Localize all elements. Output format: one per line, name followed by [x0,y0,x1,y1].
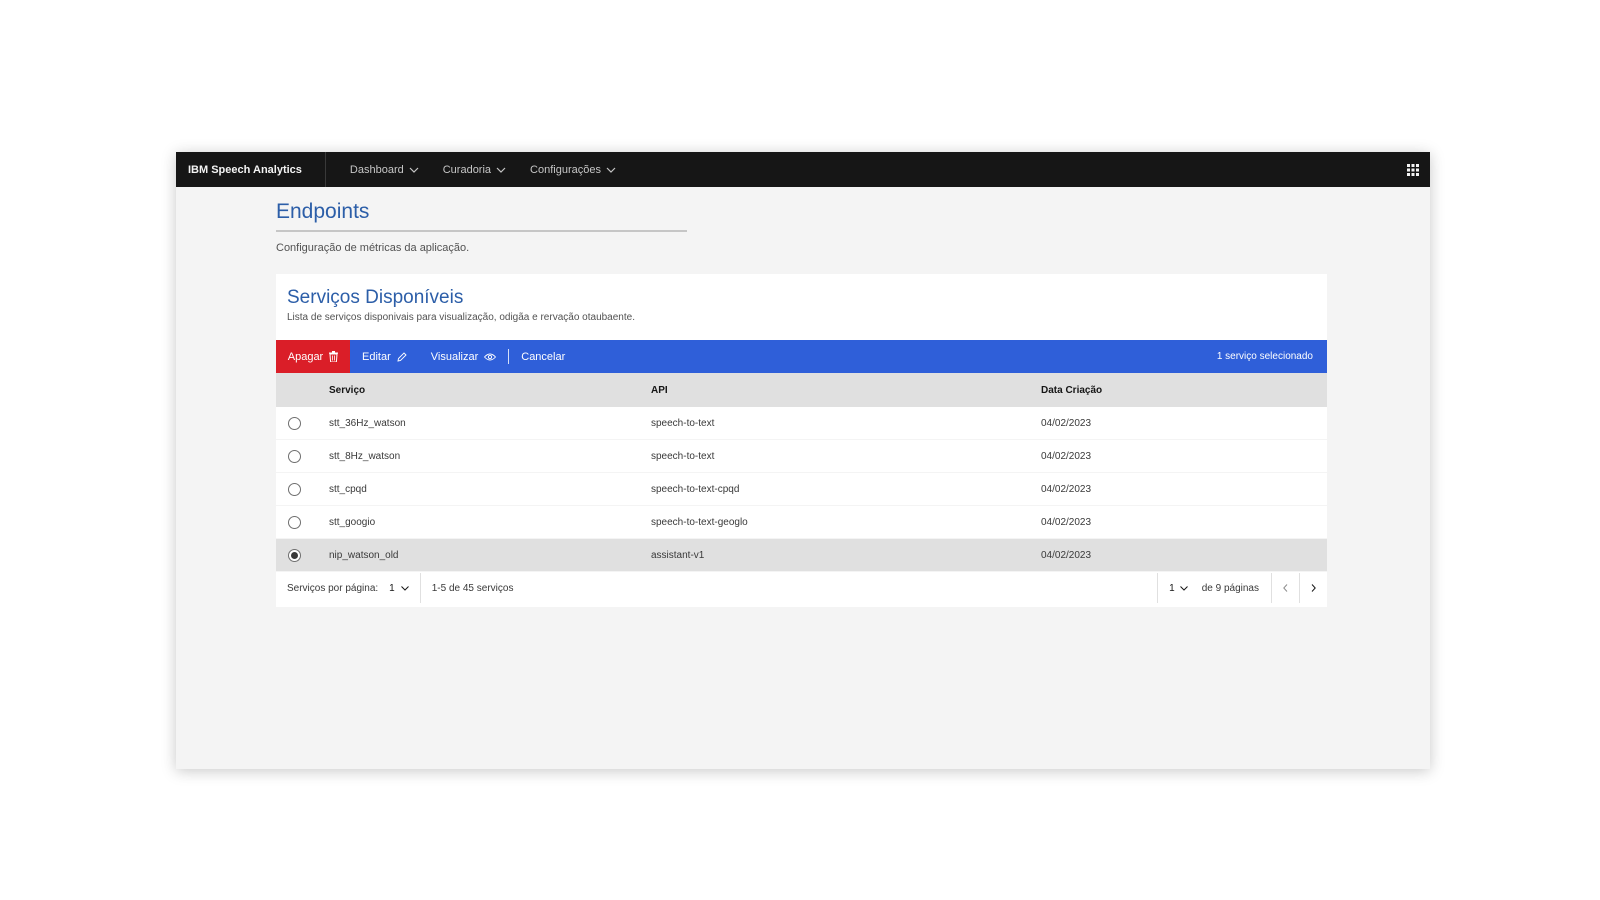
chevron-down-icon [496,167,506,173]
cell-servico: stt_8Hz_watson [329,450,401,462]
batch-action-bar: Apagar Editar Visualizar Cancelar 1 serv… [276,340,1327,373]
action-divider [508,349,510,364]
per-page-label: Serviços por página: [287,582,379,594]
cell-servico: nip_watson_old [329,549,399,561]
chevron-down-icon [1179,585,1188,591]
header-data-criacao[interactable]: Data Criação [1041,373,1102,407]
row-radio[interactable] [288,449,301,463]
per-page-select[interactable]: 1 [389,573,421,603]
nav-item-dashboard[interactable]: Dashboard [338,152,431,187]
table-header: Serviço API Data Criação [276,373,1327,407]
table-row[interactable]: stt_36Hz_watson speech-to-text 04/02/202… [276,407,1327,440]
cell-api: speech-to-text-geoglo [651,516,748,528]
cell-api: speech-to-text [651,417,715,429]
app-switcher-button[interactable] [1395,152,1430,187]
table-row[interactable]: nip_watson_old assistant-v1 04/02/2023 [276,539,1327,572]
row-radio[interactable] [288,515,301,529]
cancel-button-label: Cancelar [521,350,566,363]
row-radio[interactable] [288,482,301,496]
cell-api: assistant-v1 [651,549,705,561]
cell-data-criacao: 04/02/2023 [1041,450,1092,462]
table-row[interactable]: stt_8Hz_watson speech-to-text 04/02/2023 [276,440,1327,473]
cell-data-criacao: 04/02/2023 [1041,417,1092,429]
nav-item-configuracoes[interactable]: Configurações [518,152,628,187]
card-header: Serviços Disponíveis Lista de serviços d… [287,287,635,323]
chevron-down-icon [606,167,616,173]
trash-icon [329,351,339,362]
chevron-left-icon [1283,584,1288,592]
per-page-value: 1 [389,582,395,594]
range-text: 1-5 de 45 serviços [431,582,514,594]
selected-count: 1 serviço selecionado [1216,351,1313,362]
header-servico[interactable]: Serviço [329,373,365,407]
delete-button[interactable]: Apagar [276,340,350,373]
cell-servico: stt_googio [329,516,376,528]
brand-name[interactable]: IBM Speech Analytics [176,152,326,187]
page-description: Configuração de métricas da aplicação. [276,242,470,254]
prev-page-button[interactable] [1271,573,1299,603]
cell-servico: stt_cpqd [329,483,367,495]
cancel-button[interactable]: Cancelar [509,340,577,373]
card-subtitle: Lista de serviços disponivais para visua… [287,312,635,323]
nav-item-label: Configurações [530,163,601,176]
view-button-label: Visualizar [430,350,479,363]
eye-icon [484,353,497,360]
delete-button-label: Apagar [287,350,324,363]
cell-data-criacao: 04/02/2023 [1041,549,1092,561]
table-row[interactable]: stt_googio speech-to-text-geoglo 04/02/2… [276,506,1327,539]
cell-data-criacao: 04/02/2023 [1041,516,1092,528]
chevron-right-icon [1311,584,1316,592]
table-row[interactable]: stt_cpqd speech-to-text-cpqd 04/02/2023 [276,473,1327,506]
page-select[interactable]: 1 [1157,573,1199,603]
cell-api: speech-to-text [651,450,715,462]
pagination: Serviços por página: 1 1-5 de 45 serviço… [276,573,1327,603]
edit-icon [397,351,407,362]
edit-button-label: Editar [362,350,391,363]
chevron-down-icon [400,585,409,591]
main-nav: Dashboard Curadoria Configurações [338,152,628,187]
total-pages-text: de 9 páginas [1201,582,1259,594]
cell-data-criacao: 04/02/2023 [1041,483,1092,495]
top-navigation-bar: IBM Speech Analytics Dashboard Curadoria… [176,152,1430,187]
nav-item-curadoria[interactable]: Curadoria [431,152,518,187]
next-page-button[interactable] [1299,573,1327,603]
nav-item-label: Dashboard [349,163,404,176]
nav-item-label: Curadoria [442,163,492,176]
page-title: Endpoints [276,200,687,232]
row-radio[interactable] [288,416,301,430]
card-title: Serviços Disponíveis [287,287,464,308]
services-card: Serviços Disponíveis Lista de serviços d… [276,274,1327,607]
edit-button[interactable]: Editar [350,340,419,373]
row-radio[interactable] [288,548,301,562]
current-page: 1 [1169,582,1175,594]
header-api[interactable]: API [651,373,668,407]
cell-api: speech-to-text-cpqd [651,483,740,495]
app-window: IBM Speech Analytics Dashboard Curadoria… [176,152,1430,769]
cell-servico: stt_36Hz_watson [329,417,406,429]
view-button[interactable]: Visualizar [419,340,509,373]
chevron-down-icon [409,167,419,173]
app-switcher-icon [1406,163,1419,176]
